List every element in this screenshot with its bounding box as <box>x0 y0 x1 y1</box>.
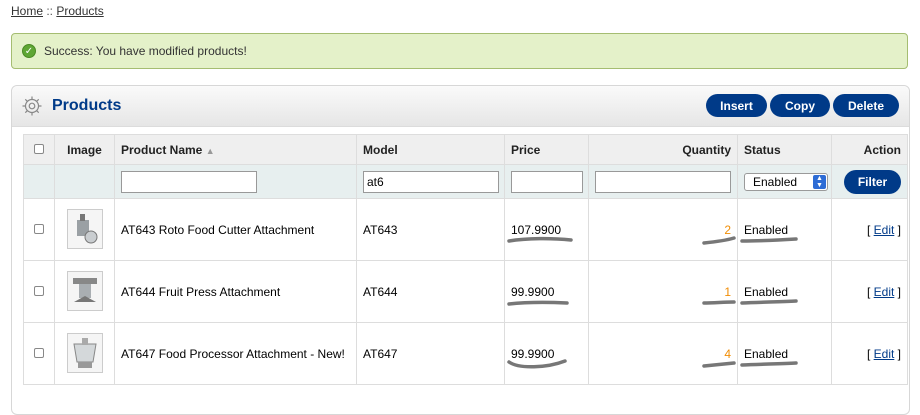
column-header-model[interactable]: Model <box>356 134 505 165</box>
filter-status-value: Enabled <box>753 174 798 189</box>
row-action: [ Edit ] <box>831 322 908 385</box>
breadcrumb-products-link[interactable]: Products <box>56 4 103 18</box>
row-action-close-bracket: ] <box>894 222 901 237</box>
column-header-product-name-label[interactable]: Product Name <box>121 143 202 157</box>
pen-underline-mark <box>702 360 737 368</box>
filter-button[interactable]: Filter <box>844 169 901 194</box>
pen-underline-mark <box>507 236 573 243</box>
filter-model-input[interactable] <box>363 170 499 193</box>
filter-quantity-input[interactable] <box>595 170 731 193</box>
row-action: [ Edit ] <box>831 198 908 261</box>
column-header-status[interactable]: Status <box>737 134 832 165</box>
pen-underline-mark <box>740 360 798 367</box>
pen-underline-mark <box>740 298 798 305</box>
delete-button[interactable]: Delete <box>833 94 899 117</box>
pen-underline-mark <box>702 299 737 305</box>
pen-underline-mark <box>702 235 737 245</box>
pen-underline-mark <box>507 300 569 306</box>
product-model: AT647 <box>356 322 505 385</box>
products-box: Products Insert Copy Delete Image Produc… <box>11 85 910 415</box>
product-model: AT644 <box>356 260 505 323</box>
insert-button[interactable]: Insert <box>706 94 767 117</box>
table-header-row: Image Product Name ▲ Model Price Quantit… <box>23 134 908 165</box>
edit-link[interactable]: Edit <box>874 223 895 237</box>
filter-status-select[interactable]: Enabled ▲ ▼ <box>744 172 828 191</box>
row-action-close-bracket: ] <box>894 284 901 299</box>
pen-underline-mark <box>740 236 798 243</box>
column-header-product-name[interactable]: Product Name ▲ <box>114 134 357 165</box>
filter-price-input[interactable] <box>511 170 583 193</box>
breadcrumb-home-link[interactable]: Home <box>11 4 43 18</box>
success-message: Success: You have modified products! <box>44 44 247 58</box>
row-checkbox[interactable] <box>34 285 44 296</box>
filter-row: Enabled ▲▼ Filter <box>23 164 908 199</box>
product-name: AT644 Fruit Press Attachment <box>114 260 357 323</box>
product-model: AT643 <box>356 198 505 261</box>
box-heading: Products Insert Copy Delete <box>12 86 909 127</box>
product-thumbnail-image <box>66 270 103 311</box>
row-action-open-bracket: [ <box>866 284 874 299</box>
row-action-close-bracket: ] <box>894 346 901 361</box>
breadcrumb: Home :: Products <box>11 4 104 18</box>
product-thumbnail-image <box>66 332 103 373</box>
sort-asc-icon: ▲ <box>205 145 215 156</box>
success-alert: ✓ Success: You have modified products! <box>11 33 908 69</box>
column-header-quantity[interactable]: Quantity <box>588 134 738 165</box>
product-thumbnail-image <box>66 208 103 249</box>
select-arrows-icon: ▲ ▼ <box>813 174 826 189</box>
row-action-open-bracket: [ <box>866 346 874 361</box>
row-action: [ Edit ] <box>831 260 908 323</box>
copy-button[interactable]: Copy <box>770 94 830 117</box>
table-row: AT647 Food Processor Attachment - New! A… <box>23 322 908 385</box>
column-header-image: Image <box>54 134 115 165</box>
row-checkbox[interactable] <box>34 223 44 234</box>
breadcrumb-separator: :: <box>43 4 57 18</box>
edit-link[interactable]: Edit <box>874 285 895 299</box>
select-all-checkbox[interactable] <box>34 143 44 154</box>
table-row: AT644 Fruit Press Attachment AT644 99.99… <box>23 260 908 323</box>
table-row: AT643 Roto Food Cutter Attachment AT643 … <box>23 198 908 261</box>
check-circle-icon: ✓ <box>22 44 36 58</box>
product-name: AT643 Roto Food Cutter Attachment <box>114 198 357 261</box>
filter-name-input[interactable] <box>121 170 257 193</box>
row-action-open-bracket: [ <box>866 222 874 237</box>
pen-underline-mark <box>507 358 567 368</box>
product-name: AT647 Food Processor Attachment - New! <box>114 322 357 385</box>
row-checkbox[interactable] <box>34 347 44 358</box>
select-all-cell <box>23 134 55 165</box>
page-title: Products <box>52 97 122 114</box>
edit-link[interactable]: Edit <box>874 347 895 361</box>
column-header-price[interactable]: Price <box>504 134 589 165</box>
column-header-action: Action <box>831 134 908 165</box>
gear-icon <box>22 96 42 116</box>
products-table: Image Product Name ▲ Model Price Quantit… <box>23 134 908 385</box>
